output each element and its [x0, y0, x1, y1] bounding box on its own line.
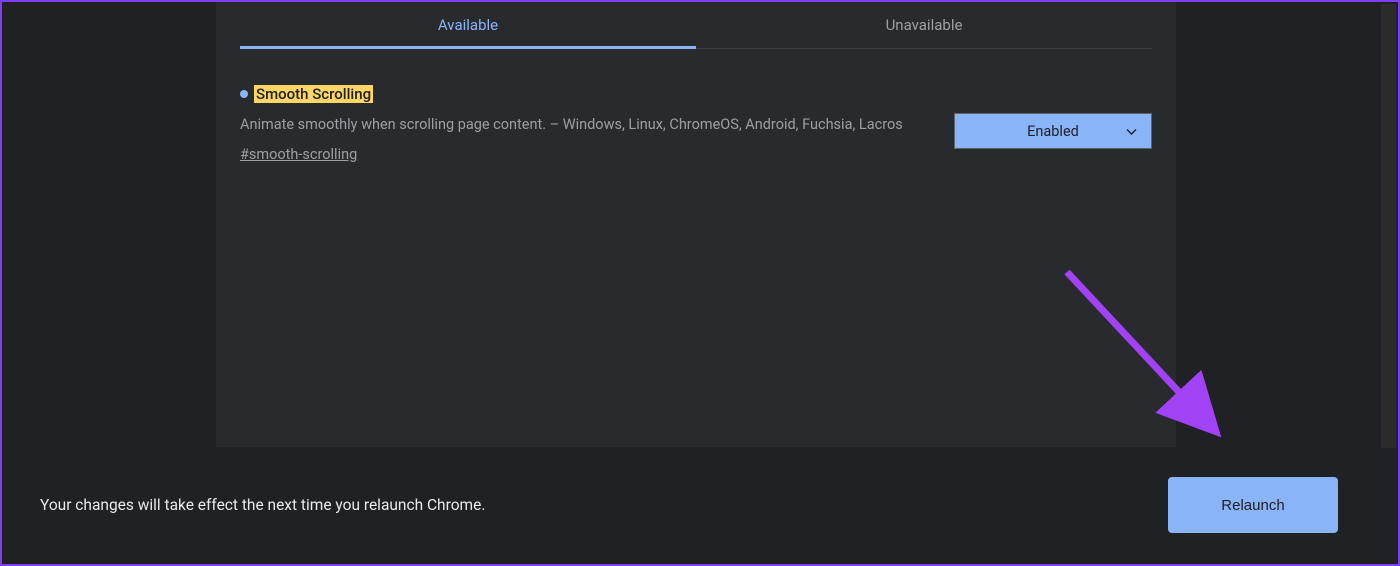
flag-title-row: Smooth Scrolling	[240, 85, 914, 103]
tab-available[interactable]: Available	[240, 2, 696, 49]
vertical-scrollbar[interactable]	[1381, 4, 1396, 449]
chevron-down-icon	[1126, 123, 1137, 140]
flag-title: Smooth Scrolling	[254, 85, 373, 103]
relaunch-button[interactable]: Relaunch	[1168, 477, 1338, 533]
tab-unavailable[interactable]: Unavailable	[696, 2, 1152, 48]
modified-indicator-dot	[240, 90, 248, 98]
relaunch-message: Your changes will take effect the next t…	[40, 496, 485, 514]
flag-permalink[interactable]: #smooth-scrolling	[240, 146, 357, 163]
flag-control: Enabled	[954, 85, 1152, 149]
flag-text-block: Smooth Scrolling Animate smoothly when s…	[240, 85, 954, 163]
flags-content-panel: Available Unavailable Smooth Scrolling A…	[216, 2, 1176, 447]
flag-description: Animate smoothly when scrolling page con…	[240, 113, 914, 136]
flag-state-dropdown[interactable]: Enabled	[954, 113, 1152, 149]
relaunch-bar: Your changes will take effect the next t…	[4, 448, 1396, 562]
flag-item-smooth-scrolling: Smooth Scrolling Animate smoothly when s…	[216, 49, 1176, 187]
dropdown-selected-value: Enabled	[1027, 123, 1079, 140]
tabs-container: Available Unavailable	[240, 2, 1152, 49]
